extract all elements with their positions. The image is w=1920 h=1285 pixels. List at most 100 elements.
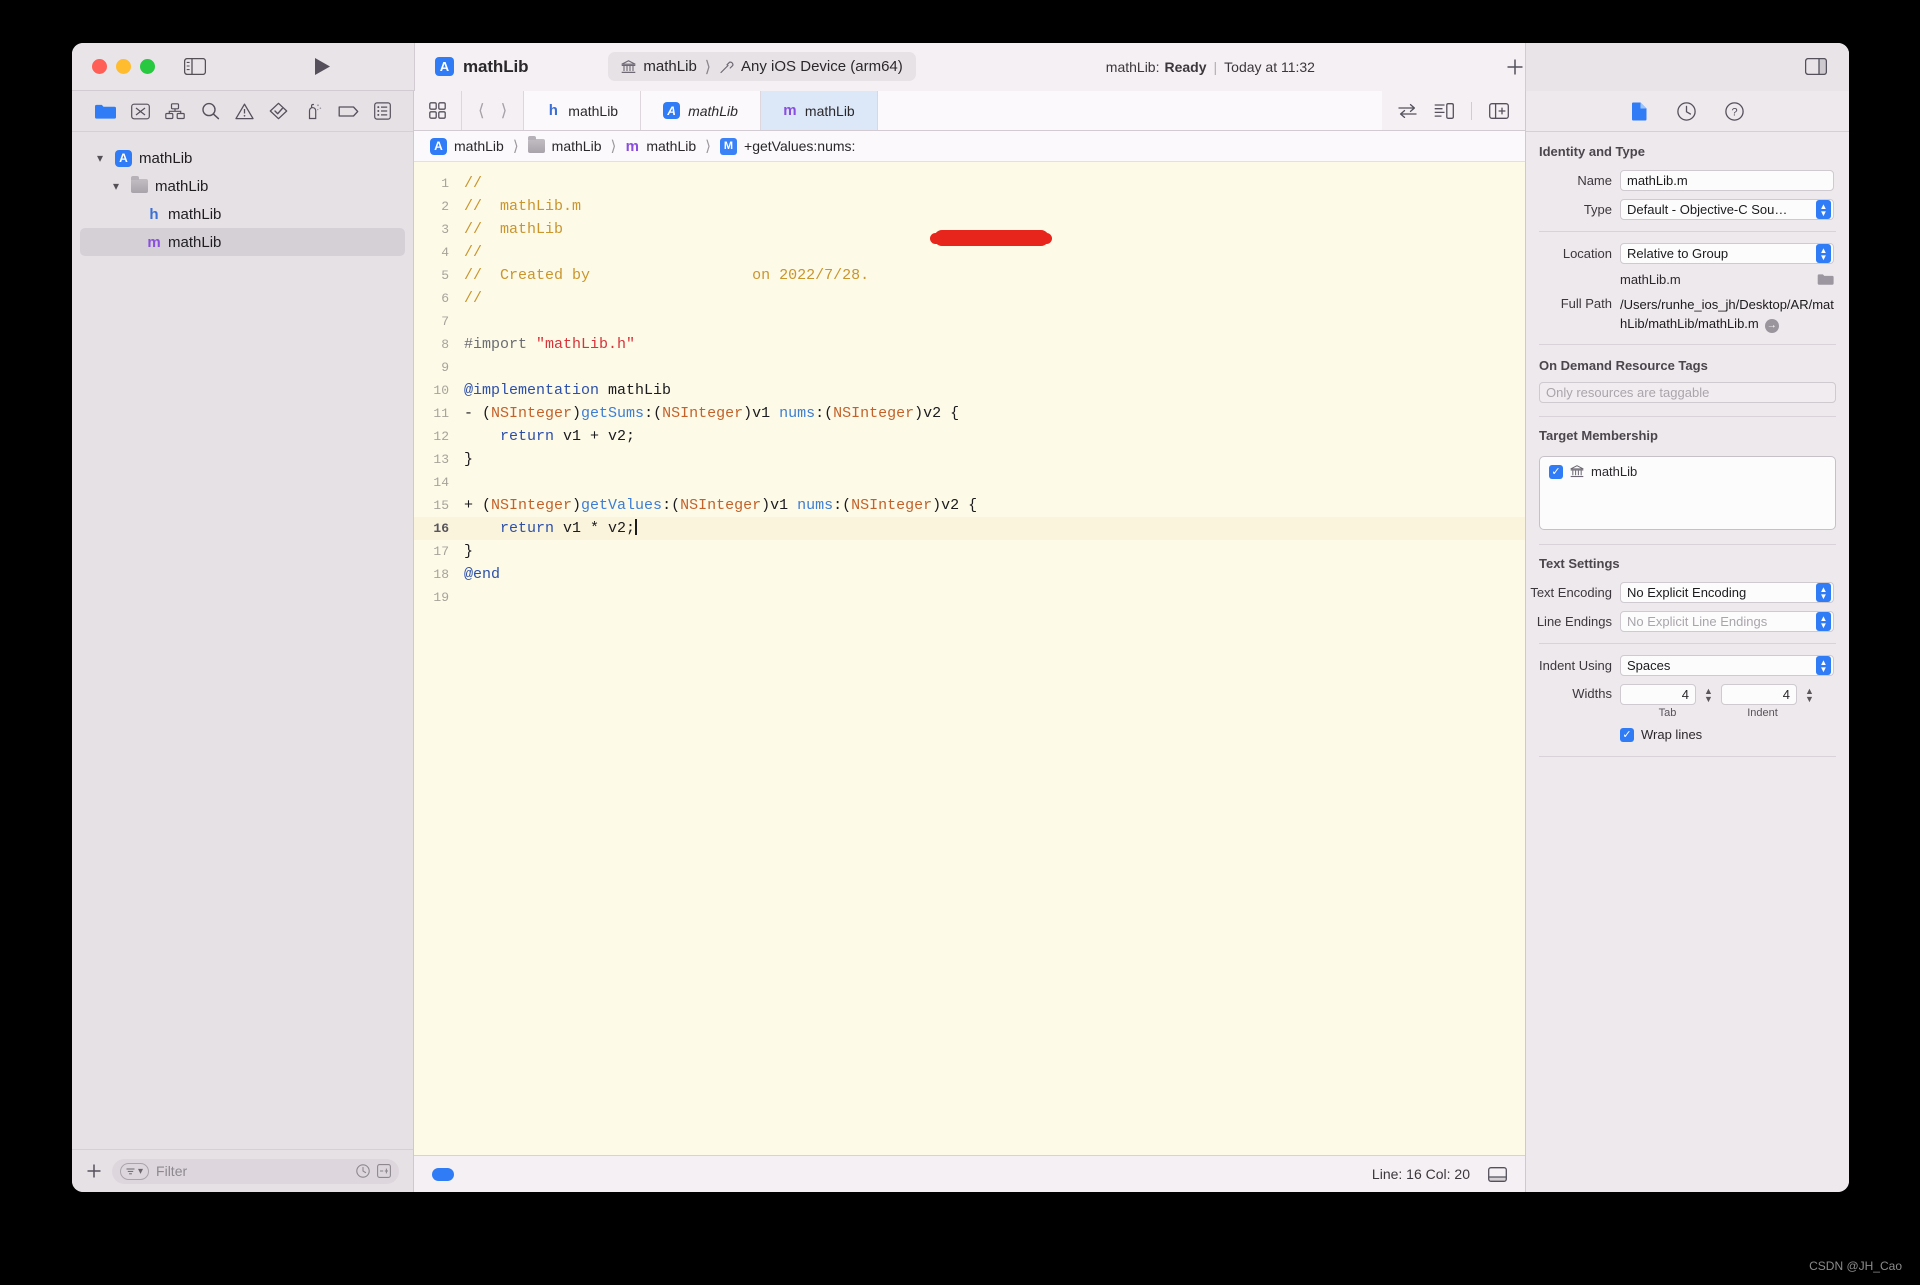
filter-options-icon[interactable]: ▾ bbox=[120, 1162, 150, 1180]
target-checkbox[interactable]: ✓ bbox=[1549, 464, 1563, 479]
tab-mathlib-m[interactable]: m mathLib bbox=[760, 91, 878, 130]
type-value: Default - Objective-C Sou… bbox=[1627, 202, 1788, 217]
filter-input[interactable]: ▾ Filter bbox=[112, 1158, 399, 1184]
impl-file-icon: m bbox=[783, 102, 797, 119]
run-destination-selector[interactable]: mathLib ⟩ Any iOS Device (arm64) bbox=[608, 52, 916, 81]
code-line[interactable]: 11 - (NSInteger)getSums:(NSInteger)v1 num… bbox=[414, 402, 1525, 425]
location-file-value: mathLib.m bbox=[1620, 272, 1681, 287]
forward-icon[interactable]: ⟩ bbox=[501, 101, 508, 121]
search-icon[interactable] bbox=[201, 102, 220, 120]
indent-width-input[interactable]: 4 bbox=[1721, 684, 1797, 705]
toggle-navigator-icon[interactable] bbox=[184, 58, 206, 75]
recent-files-icon[interactable] bbox=[356, 1164, 370, 1178]
tree-row-header-file[interactable]: h mathLib bbox=[80, 200, 405, 228]
code-line-text: @implementation mathLib bbox=[464, 382, 672, 399]
app-store-icon: A bbox=[430, 137, 447, 155]
name-label: Name bbox=[1577, 173, 1612, 188]
code-line[interactable]: 18 @end bbox=[414, 563, 1525, 586]
location-popup-button[interactable]: Relative to Group ▲ ▼ bbox=[1620, 243, 1834, 264]
run-button-icon[interactable] bbox=[314, 57, 331, 76]
reveal-in-finder-icon[interactable]: → bbox=[1764, 318, 1779, 333]
source-code-editor[interactable]: 1 // 2 // mathLib.m 3 // mathLib 4 // 5 // Create… bbox=[414, 162, 1525, 1155]
choose-folder-icon[interactable] bbox=[1817, 273, 1834, 286]
indent-using-popup-button[interactable]: Spaces ▲ ▼ bbox=[1620, 655, 1834, 676]
indent-width-stepper[interactable]: ▲ ▼ bbox=[1803, 685, 1816, 704]
code-line[interactable]: 7 bbox=[414, 310, 1525, 333]
line-endings-popup-button[interactable]: No Explicit Line Endings ▲ ▼ bbox=[1620, 611, 1834, 632]
history-inspector-icon[interactable] bbox=[1677, 101, 1696, 121]
tree-row-impl-file[interactable]: m mathLib bbox=[80, 228, 405, 256]
code-line[interactable]: 13} bbox=[414, 448, 1525, 471]
breakpoint-icon[interactable] bbox=[338, 104, 359, 119]
breadcrumb-item-group[interactable]: mathLib bbox=[552, 138, 602, 154]
breadcrumb-item-symbol[interactable]: +getValues:nums: bbox=[744, 138, 855, 154]
xcode-window: A mathLib mathLib ⟩ Any iOS Device (arm6… bbox=[72, 43, 1849, 1192]
code-line[interactable]: 15 + (NSInteger)getValues:(NSInteger)v1 n… bbox=[414, 494, 1525, 517]
add-editor-icon[interactable] bbox=[1505, 57, 1525, 77]
source-control-filter-icon[interactable] bbox=[377, 1164, 391, 1178]
add-file-icon[interactable] bbox=[86, 1163, 102, 1179]
chevron-down-icon[interactable]: ▾ bbox=[92, 151, 108, 165]
tab-mathlib-h[interactable]: h mathLib bbox=[524, 91, 642, 130]
scheme-selector[interactable]: A mathLib bbox=[435, 57, 529, 77]
code-line[interactable]: 10 @implementation mathLib bbox=[414, 379, 1525, 402]
chevron-updown-icon: ▲ ▼ bbox=[1816, 200, 1831, 219]
maximize-button[interactable] bbox=[140, 59, 155, 74]
source-control-icon[interactable] bbox=[131, 103, 150, 120]
toggle-inspector-icon[interactable] bbox=[1805, 58, 1827, 75]
wrap-lines-checkbox[interactable]: ✓ bbox=[1620, 727, 1634, 742]
warning-icon[interactable] bbox=[235, 103, 254, 120]
wrap-lines-wrap[interactable]: ✓ Wrap lines bbox=[1620, 727, 1834, 742]
ondemand-tags-input[interactable]: Only resources are taggable bbox=[1539, 382, 1836, 403]
header-file-icon: h bbox=[548, 102, 558, 119]
chevron-down-icon[interactable]: ▾ bbox=[108, 179, 124, 193]
grid-layout-icon[interactable] bbox=[429, 102, 446, 119]
breadcrumb-item-file[interactable]: mathLib bbox=[646, 138, 696, 154]
tab-width-input[interactable]: 4 bbox=[1620, 684, 1696, 705]
jump-bar-indicator[interactable] bbox=[432, 1167, 454, 1181]
chevron-right-icon: ⟩ bbox=[512, 138, 519, 155]
type-popup-button[interactable]: Default - Objective-C Sou… ▲ ▼ bbox=[1620, 199, 1834, 220]
close-button[interactable] bbox=[92, 59, 107, 74]
divider bbox=[1539, 756, 1836, 757]
test-icon[interactable] bbox=[269, 102, 288, 120]
code-line[interactable]: 19 bbox=[414, 586, 1525, 609]
tree-row-group[interactable]: ▾ mathLib bbox=[80, 172, 405, 200]
tree-row-project[interactable]: ▾ A mathLib bbox=[80, 144, 405, 172]
name-input[interactable]: mathLib.m bbox=[1620, 170, 1834, 191]
code-line[interactable]: 8 #import "mathLib.h" bbox=[414, 333, 1525, 356]
file-inspector-icon[interactable] bbox=[1631, 102, 1648, 121]
tab-width-stepper[interactable]: ▲ ▼ bbox=[1702, 685, 1715, 704]
encoding-popup-button[interactable]: No Explicit Encoding ▲ ▼ bbox=[1620, 582, 1834, 603]
code-line[interactable]: 12 return v1 + v2; bbox=[414, 425, 1525, 448]
line-col-indicator: Line: 16 Col: 20 bbox=[1371, 1166, 1470, 1182]
code-line[interactable]: 1 // bbox=[414, 172, 1525, 195]
tab-mathlib-project[interactable]: A mathLib bbox=[641, 91, 761, 130]
minimize-button[interactable] bbox=[116, 59, 131, 74]
quick-help-icon[interactable]: ? bbox=[1725, 101, 1744, 121]
navigator-filter-bar: ▾ Filter bbox=[72, 1149, 413, 1192]
breadcrumb-item-project[interactable]: mathLib bbox=[454, 138, 504, 154]
code-line[interactable]: 17} bbox=[414, 540, 1525, 563]
code-line[interactable]: 14 bbox=[414, 471, 1525, 494]
line-number: 1 bbox=[441, 176, 449, 191]
fullpath-label: Full Path bbox=[1560, 296, 1612, 311]
divider bbox=[1539, 643, 1836, 644]
report-icon[interactable] bbox=[374, 102, 392, 120]
toggle-debug-area-icon[interactable] bbox=[1488, 1166, 1507, 1182]
code-line[interactable]: 16 return v1 * v2; bbox=[414, 517, 1525, 540]
add-assistant-editor-icon[interactable] bbox=[1489, 102, 1509, 119]
target-membership-row[interactable]: ✓ mathLib bbox=[1549, 464, 1826, 479]
swap-editors-icon[interactable] bbox=[1398, 103, 1417, 118]
hierarchy-icon[interactable] bbox=[165, 102, 186, 120]
debug-icon[interactable] bbox=[304, 102, 323, 120]
code-line[interactable]: 6 // bbox=[414, 287, 1525, 310]
bank-icon bbox=[621, 59, 636, 74]
location-label: Location bbox=[1562, 246, 1612, 261]
code-line[interactable]: 2 // mathLib.m bbox=[414, 195, 1525, 218]
code-line[interactable]: 5 // Created by on 2022/7/28. bbox=[414, 264, 1525, 287]
minimap-toggle-icon[interactable] bbox=[1434, 102, 1454, 119]
back-icon[interactable]: ⟨ bbox=[478, 101, 485, 121]
folder-icon[interactable] bbox=[94, 103, 116, 120]
code-line[interactable]: 9 bbox=[414, 356, 1525, 379]
